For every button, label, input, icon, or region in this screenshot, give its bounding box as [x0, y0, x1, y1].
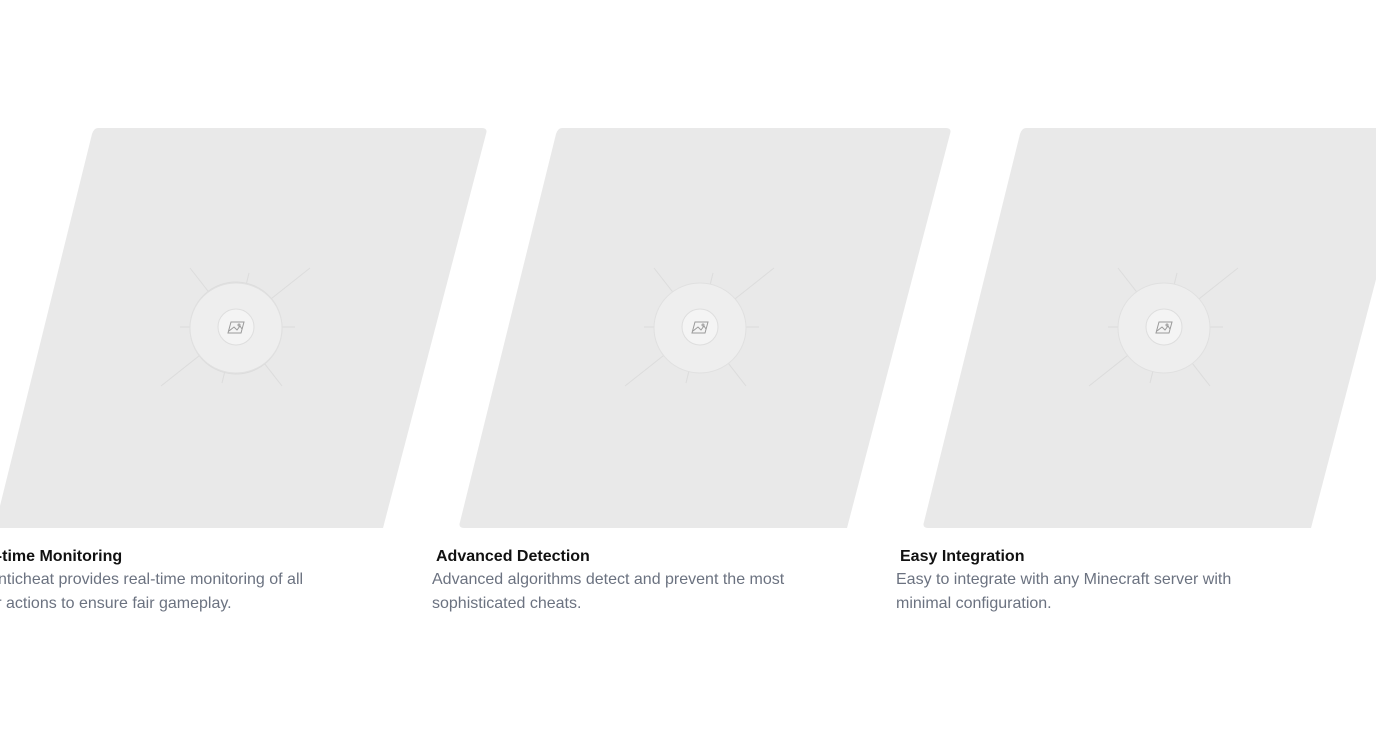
- feature-card-detection: Advanced Detection Advanced algorithms d…: [432, 128, 952, 628]
- feature-image-svg: [0, 128, 487, 528]
- feature-image-placeholder: [0, 128, 488, 528]
- feature-image-placeholder: [458, 128, 952, 528]
- feature-title: Advanced Detection: [436, 548, 590, 565]
- feature-title: Real-time Monitoring: [0, 548, 123, 565]
- features-section: Real-time Monitoring Our anticheat provi…: [0, 0, 1376, 744]
- feature-image-placeholder: [922, 128, 1376, 528]
- feature-description: Our anticheat provides real-time monitor…: [0, 571, 304, 612]
- feature-description: Easy to integrate with any Minecraft ser…: [896, 571, 1232, 612]
- feature-image-svg: [459, 128, 951, 528]
- feature-card-monitoring: Real-time Monitoring Our anticheat provi…: [0, 128, 488, 628]
- feature-description: Advanced algorithms detect and prevent t…: [432, 571, 785, 612]
- feature-image-svg: [923, 128, 1376, 528]
- feature-title: Easy Integration: [900, 548, 1025, 565]
- feature-card-integration: Easy Integration Easy to integrate with …: [896, 128, 1376, 628]
